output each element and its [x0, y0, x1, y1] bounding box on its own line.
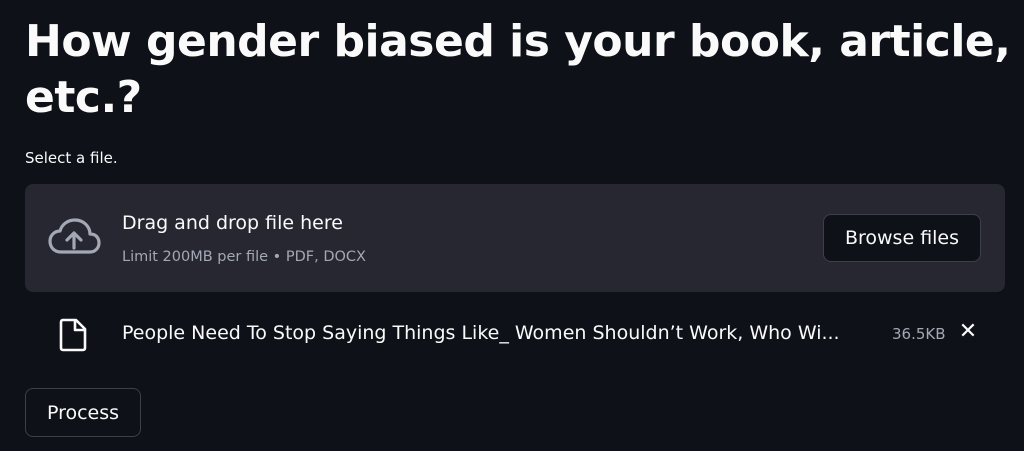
cloud-upload-icon	[47, 218, 101, 258]
uploaded-file-size: 36.5KB	[892, 325, 946, 343]
dropzone-limits: Limit 200MB per file • PDF, DOCX	[122, 249, 366, 265]
process-button[interactable]: Process	[25, 388, 141, 437]
dropzone-instructions: Drag and drop file here	[122, 212, 343, 234]
file-icon	[59, 318, 87, 352]
browse-files-button[interactable]: Browse files	[823, 214, 981, 262]
uploaded-file-item: People Need To Stop Saying Things Like_ …	[25, 306, 1005, 360]
remove-file-button[interactable]: ✕	[957, 320, 979, 344]
file-dropzone[interactable]: Drag and drop file here Limit 200MB per …	[25, 184, 1005, 292]
page-title: How gender biased is your book, article,…	[25, 16, 1011, 123]
close-icon: ✕	[958, 319, 978, 344]
file-uploader-label: Select a file.	[25, 149, 118, 167]
uploaded-file-name: People Need To Stop Saying Things Like_ …	[122, 322, 840, 344]
app-page: How gender biased is your book, article,…	[0, 0, 1024, 451]
